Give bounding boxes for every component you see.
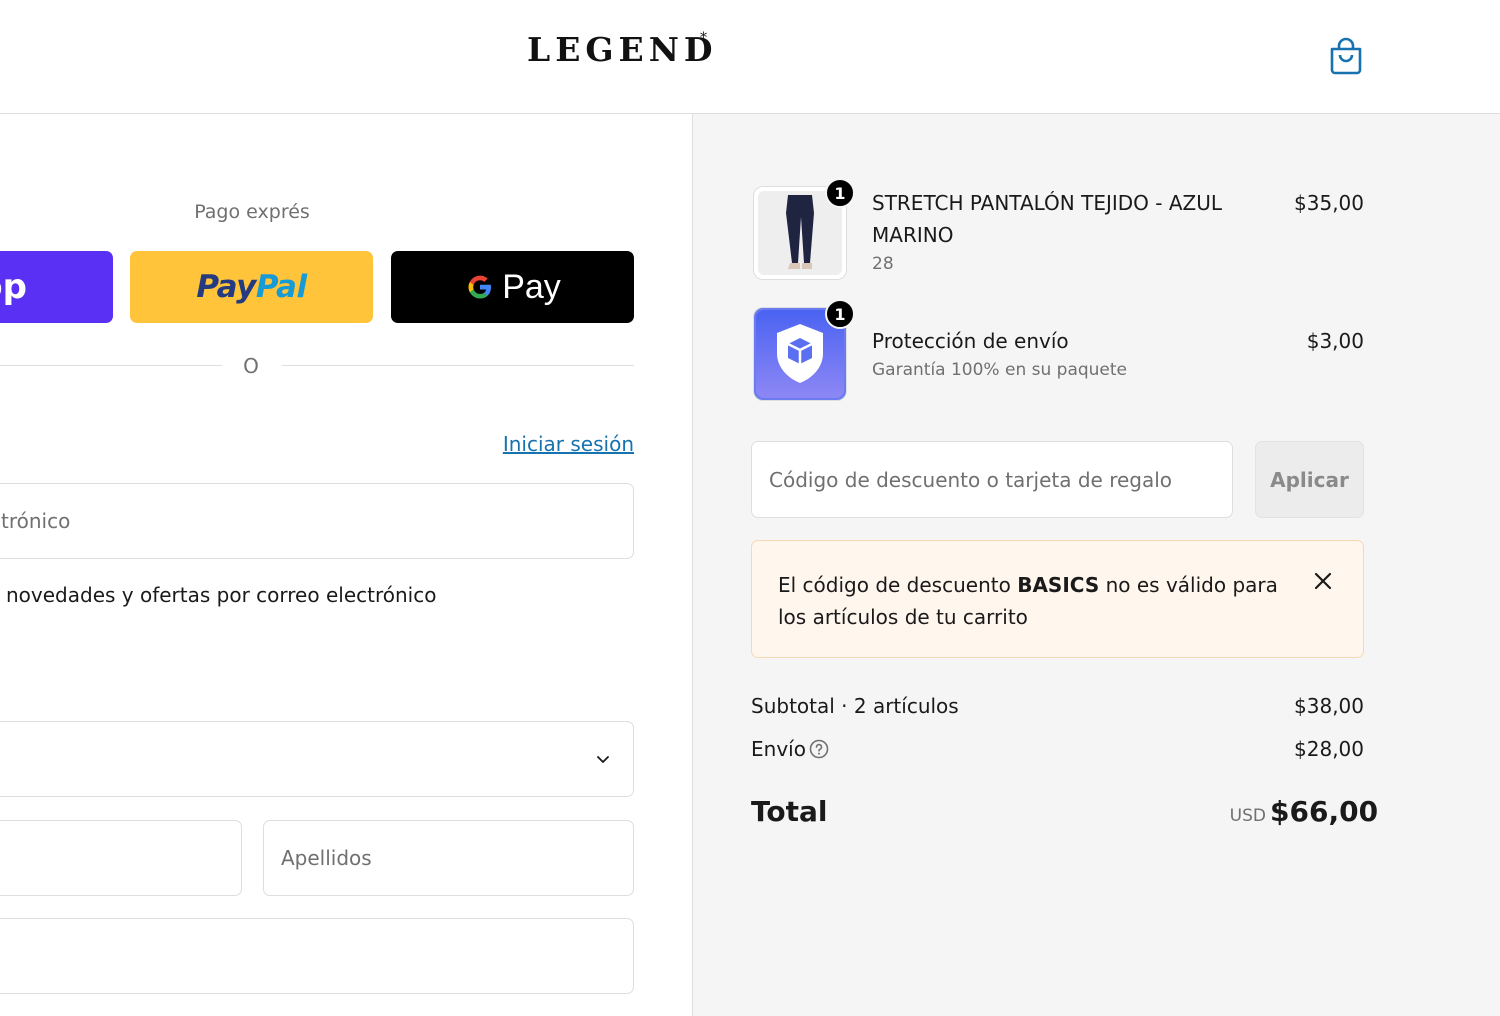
item-variant: Garantía 100% en su paquete bbox=[872, 360, 1128, 380]
login-link[interactable]: Iniciar sesión bbox=[470, 432, 634, 456]
help-icon[interactable] bbox=[809, 739, 829, 759]
last-name-placeholder: Apellidos bbox=[281, 846, 372, 870]
first-name-field[interactable] bbox=[0, 820, 242, 896]
newsletter-checkbox-label[interactable]: novedades y ofertas por correo electróni… bbox=[6, 583, 436, 607]
subtotal-value: $38,00 bbox=[1294, 694, 1364, 718]
subtotal-label: Subtotal · 2 artículos bbox=[751, 694, 959, 718]
google-pay-label: Pay bbox=[502, 267, 561, 306]
item-name: STRETCH PANTALÓN TEJIDO - AZUL MARINO bbox=[872, 191, 1222, 247]
last-name-field[interactable]: Apellidos bbox=[263, 820, 634, 896]
divider-or-text: O bbox=[243, 354, 259, 378]
country-select[interactable] bbox=[0, 721, 634, 797]
quantity-badge: 1 bbox=[825, 178, 855, 208]
close-icon[interactable] bbox=[1313, 571, 1333, 591]
shipping-label: Envío bbox=[751, 737, 806, 761]
apply-discount-button[interactable]: Aplicar bbox=[1255, 441, 1364, 518]
item-price: $3,00 bbox=[1306, 329, 1364, 353]
email-field[interactable]: trónico bbox=[0, 483, 634, 559]
discount-error-banner: El código de descuento BASICS no es váli… bbox=[751, 540, 1364, 658]
chevron-down-icon bbox=[597, 756, 609, 763]
address-field[interactable] bbox=[0, 918, 634, 994]
divider-line-right bbox=[282, 365, 634, 366]
product-thumbnail: 1 bbox=[753, 178, 855, 280]
product-thumbnail: 1 bbox=[753, 299, 855, 401]
shop-pay-button[interactable]: op bbox=[0, 251, 113, 323]
shopping-bag-icon[interactable] bbox=[1328, 36, 1364, 76]
email-placeholder: trónico bbox=[1, 509, 71, 533]
google-pay-button[interactable]: Pay bbox=[391, 251, 634, 323]
logo-mark: * bbox=[700, 30, 707, 46]
item-name: Protección de envío bbox=[872, 329, 1069, 353]
quantity-badge: 1 bbox=[825, 299, 855, 329]
item-variant: 28 bbox=[872, 254, 894, 274]
shop-pay-label: op bbox=[0, 267, 27, 307]
total-currency: USD bbox=[1229, 806, 1266, 826]
discount-code-input[interactable]: Código de descuento o tarjeta de regalo bbox=[751, 441, 1233, 518]
store-logo[interactable]: LEGEND bbox=[527, 30, 717, 69]
item-price: $35,00 bbox=[1294, 191, 1364, 215]
shipping-value: $28,00 bbox=[1294, 737, 1364, 761]
total-value: $66,00 bbox=[1270, 795, 1379, 828]
divider-line-left bbox=[0, 365, 222, 366]
paypal-button[interactable]: PayPal bbox=[130, 251, 373, 323]
paypal-logo: PayPal bbox=[196, 269, 307, 305]
header: LEGEND * bbox=[0, 0, 1500, 114]
discount-error-message: El código de descuento BASICS no es váli… bbox=[778, 573, 1278, 629]
discount-placeholder: Código de descuento o tarjeta de regalo bbox=[769, 467, 1173, 492]
express-checkout-title: Pago exprés bbox=[194, 201, 310, 223]
total-label: Total bbox=[751, 795, 828, 828]
google-g-icon bbox=[468, 275, 492, 299]
